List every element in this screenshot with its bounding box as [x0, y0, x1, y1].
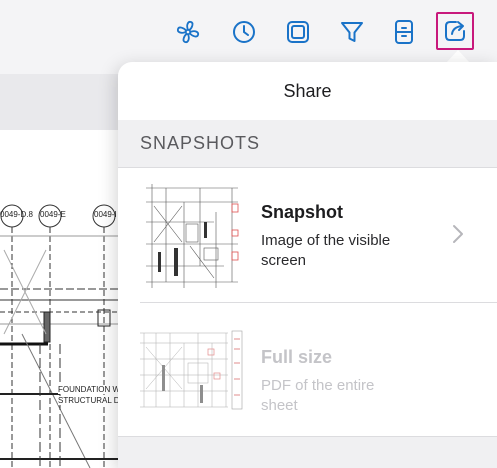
sheet-bookmark-button[interactable]: [386, 14, 422, 50]
section-header-snapshots: SNAPSHOTS: [118, 120, 497, 168]
option-title: Full size: [261, 347, 333, 367]
option-subtitle: Image of the visible screen: [261, 232, 391, 269]
grid-label: 0049-I: [94, 210, 117, 219]
option-title: Snapshot: [261, 202, 344, 222]
share-button[interactable]: [436, 12, 474, 50]
fan-button[interactable]: [170, 14, 206, 50]
grid-label: 0049-D.8: [0, 210, 33, 219]
filter-icon: [341, 22, 363, 42]
clock-icon: [233, 21, 255, 43]
full-sheet-thumbnail: [138, 329, 244, 411]
fan-icon: [176, 20, 200, 44]
grid-label: 0049-E: [40, 210, 66, 219]
share-option-full-size: Full size PDF of the entire sheet: [138, 302, 497, 436]
top-toolbar: [0, 0, 497, 62]
bookmark-sheet-icon: [395, 20, 413, 44]
popover-footer: [118, 436, 497, 468]
chevron-right-icon: [453, 225, 463, 243]
layers-icon: [287, 21, 309, 43]
snapshot-thumbnail: [144, 182, 240, 290]
filter-button[interactable]: [334, 14, 370, 50]
option-subtitle: PDF of the entire sheet: [261, 377, 375, 414]
layers-button[interactable]: [280, 14, 316, 50]
drawing-note: FOUNDATION WA: [58, 385, 126, 394]
history-button[interactable]: [226, 14, 262, 50]
popover-title: Share: [283, 80, 332, 101]
drawing-note: STRUCTURAL DR: [58, 396, 126, 405]
share-icon: [445, 21, 465, 41]
share-popover: Share SNAPSHOTS Snapshot Image of the vi…: [118, 62, 497, 468]
share-option-snapshot[interactable]: Snapshot Image of the visible screen: [118, 168, 497, 302]
